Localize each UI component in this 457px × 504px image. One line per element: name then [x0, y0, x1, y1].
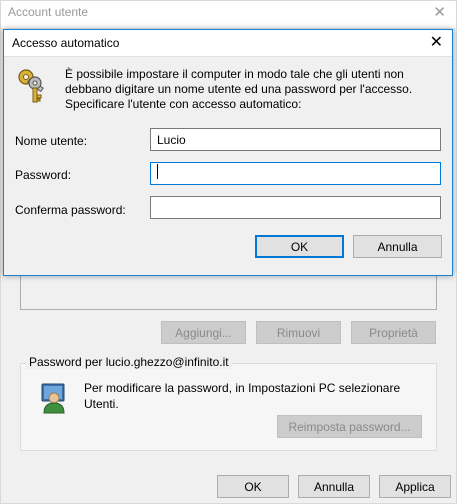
confirm-password-field[interactable]	[150, 196, 441, 219]
password-label: Password:	[15, 168, 72, 182]
auto-login-titlebar: Accesso automatico ✕	[4, 30, 452, 57]
reset-password-button[interactable]: Reimposta password...	[277, 415, 422, 438]
text-caret	[157, 164, 158, 179]
username-label: Nome utente:	[15, 134, 88, 148]
password-field[interactable]	[150, 162, 441, 185]
dialog-description: È possibile impostare il computer in mod…	[65, 67, 413, 111]
dialog-cancel-button[interactable]: Annulla	[353, 235, 442, 258]
properties-button[interactable]: Proprietà	[351, 321, 436, 344]
cancel-button[interactable]: Annulla	[298, 475, 370, 498]
user-accounts-titlebar: Account utente ✕	[1, 1, 456, 28]
username-field[interactable]	[150, 128, 441, 151]
password-group-legend: Password per lucio.ghezzo@infinito.it	[26, 355, 232, 369]
dialog-ok-button[interactable]: OK	[255, 235, 344, 258]
add-user-button[interactable]: Aggiungi...	[161, 321, 246, 344]
remove-user-button[interactable]: Rimuovi	[256, 321, 341, 344]
close-icon[interactable]: ✕	[433, 3, 446, 21]
password-group-text: Per modificare la password, in Impostazi…	[84, 381, 401, 411]
close-icon[interactable]: ✕	[430, 32, 443, 52]
auto-login-dialog: Accesso automatico ✕ È possibile imposta…	[3, 29, 453, 276]
keys-icon	[18, 69, 44, 103]
user-icon	[41, 383, 65, 414]
apply-button[interactable]: Applica	[379, 475, 451, 498]
confirm-password-label: Conferma password:	[15, 203, 126, 217]
ok-button[interactable]: OK	[217, 475, 289, 498]
window-title: Account utente	[8, 5, 89, 19]
dialog-title: Accesso automatico	[12, 36, 120, 50]
